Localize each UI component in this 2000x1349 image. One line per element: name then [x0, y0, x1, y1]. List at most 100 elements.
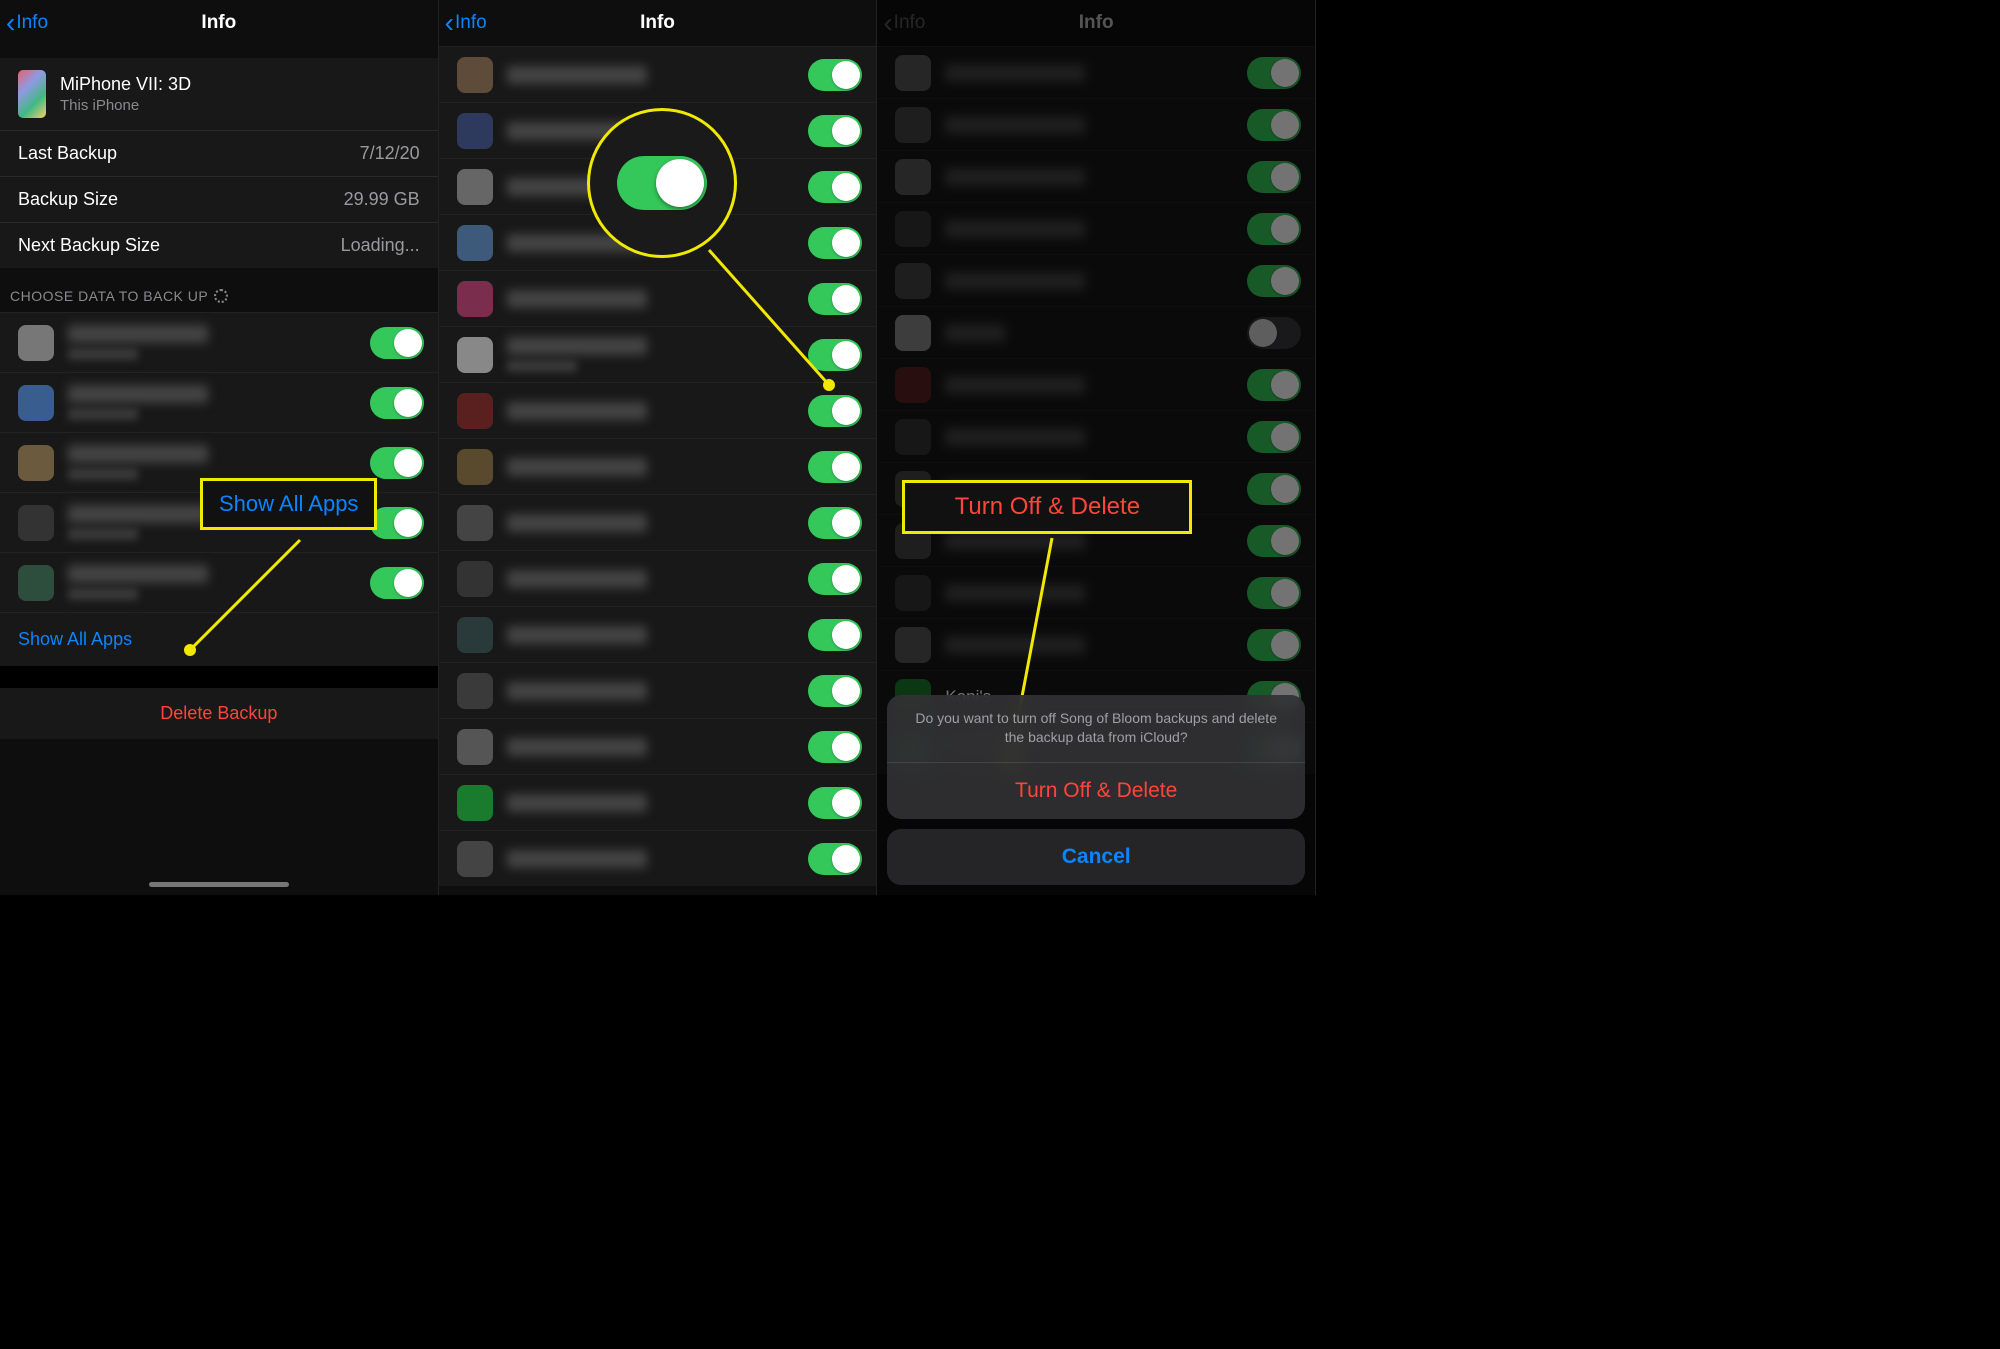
- device-subtitle: This iPhone: [60, 97, 191, 114]
- show-all-apps-row[interactable]: Show All Apps: [0, 612, 438, 666]
- app-icon: [457, 729, 493, 765]
- app-row: [439, 718, 877, 774]
- app-name-redacted: [945, 376, 1085, 394]
- app-row: [877, 410, 1315, 462]
- backup-toggle[interactable]: [808, 731, 862, 763]
- backup-toggle[interactable]: [370, 507, 424, 539]
- app-name-redacted: [507, 458, 647, 476]
- delete-backup-link[interactable]: Delete Backup: [160, 703, 277, 723]
- backup-toggle[interactable]: [1247, 161, 1301, 193]
- app-row: [439, 606, 877, 662]
- chevron-left-icon: ‹: [883, 9, 892, 37]
- turn-off-delete-button[interactable]: Turn Off & Delete: [887, 762, 1305, 819]
- chevron-left-icon: ‹: [445, 9, 454, 37]
- backup-size-label: Backup Size: [18, 189, 118, 210]
- app-icon: [895, 627, 931, 663]
- backup-toggle[interactable]: [1247, 577, 1301, 609]
- iphone-icon: [18, 70, 46, 118]
- app-icon: [18, 385, 54, 421]
- app-icon: [457, 785, 493, 821]
- app-icon: [457, 505, 493, 541]
- backup-toggle[interactable]: [808, 843, 862, 875]
- back-label: Info: [455, 12, 487, 34]
- backup-toggle[interactable]: [370, 567, 424, 599]
- app-name-redacted: [945, 64, 1085, 82]
- backup-toggle[interactable]: [808, 227, 862, 259]
- app-name-redacted: [507, 850, 647, 868]
- last-backup-value: 7/12/20: [360, 143, 420, 164]
- app-name-redacted: [507, 570, 647, 588]
- backup-toggle[interactable]: [808, 59, 862, 91]
- backup-toggle[interactable]: [1247, 525, 1301, 557]
- back-button[interactable]: ‹ Info: [6, 9, 48, 37]
- backup-toggle[interactable]: [808, 675, 862, 707]
- backup-toggle[interactable]: [808, 787, 862, 819]
- app-icon: [895, 419, 931, 455]
- app-icon: [457, 449, 493, 485]
- app-icon: [457, 57, 493, 93]
- app-icon: [457, 281, 493, 317]
- app-name-redacted: [945, 428, 1085, 446]
- backup-toggle[interactable]: [370, 387, 424, 419]
- app-name-redacted: [507, 626, 647, 644]
- backup-toggle[interactable]: [808, 115, 862, 147]
- backup-toggle[interactable]: [808, 563, 862, 595]
- device-name: MiPhone VII: 3D: [60, 74, 191, 95]
- last-backup-label: Last Backup: [18, 143, 117, 164]
- backup-toggle[interactable]: [1247, 109, 1301, 141]
- backup-toggle[interactable]: [1247, 213, 1301, 245]
- app-icon: [18, 325, 54, 361]
- home-indicator[interactable]: [149, 882, 289, 887]
- app-row: [439, 662, 877, 718]
- backup-toggle[interactable]: [1247, 265, 1301, 297]
- back-button[interactable]: ‹ Info: [883, 9, 925, 37]
- loading-spinner-icon: [214, 289, 228, 303]
- app-icon: [895, 367, 931, 403]
- backup-toggle[interactable]: [1247, 317, 1301, 349]
- backup-toggle[interactable]: [1247, 57, 1301, 89]
- backup-toggle[interactable]: [808, 283, 862, 315]
- app-icon: [457, 113, 493, 149]
- app-icon: [895, 107, 931, 143]
- backup-toggle[interactable]: [1247, 369, 1301, 401]
- app-row: [439, 550, 877, 606]
- backup-toggle[interactable]: [808, 395, 862, 427]
- app-name-redacted: [507, 738, 647, 756]
- cancel-button[interactable]: Cancel: [887, 829, 1305, 885]
- app-name-redacted: [507, 682, 647, 700]
- delete-backup-row[interactable]: Delete Backup: [0, 688, 438, 739]
- backup-toggle[interactable]: [1247, 629, 1301, 661]
- backup-toggle[interactable]: [808, 451, 862, 483]
- backup-toggle[interactable]: [370, 327, 424, 359]
- app-icon: [457, 561, 493, 597]
- app-row: [877, 98, 1315, 150]
- backup-size-row: Backup Size 29.99 GB: [0, 176, 438, 222]
- app-icon: [457, 337, 493, 373]
- app-name-redacted: [507, 794, 647, 812]
- app-icon: [457, 169, 493, 205]
- show-all-apps-link[interactable]: Show All Apps: [18, 629, 132, 649]
- app-row: [0, 312, 438, 372]
- app-row: [0, 552, 438, 612]
- navbar: ‹ Info Info: [0, 0, 438, 46]
- app-icon: [895, 263, 931, 299]
- app-name-redacted: [68, 565, 208, 583]
- backup-toggle[interactable]: [808, 171, 862, 203]
- app-row: [877, 566, 1315, 618]
- back-button[interactable]: ‹ Info: [445, 9, 487, 37]
- app-icon: [457, 673, 493, 709]
- backup-toggle[interactable]: [808, 507, 862, 539]
- chevron-left-icon: ‹: [6, 9, 15, 37]
- backup-toggle[interactable]: [1247, 473, 1301, 505]
- app-row: [877, 254, 1315, 306]
- last-backup-row: Last Backup 7/12/20: [0, 130, 438, 176]
- app-row: [439, 326, 877, 382]
- backup-toggle[interactable]: [808, 339, 862, 371]
- back-label: Info: [16, 12, 48, 34]
- backup-toggle[interactable]: [370, 447, 424, 479]
- backup-toggle[interactable]: [808, 619, 862, 651]
- app-row: [439, 774, 877, 830]
- app-icon: [895, 159, 931, 195]
- backup-toggle[interactable]: [1247, 421, 1301, 453]
- app-name-redacted: [68, 385, 208, 403]
